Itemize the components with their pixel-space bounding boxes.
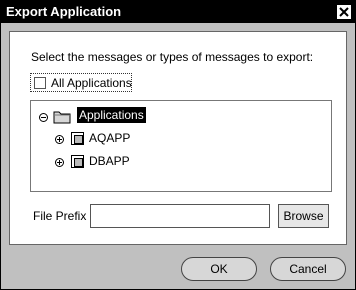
tree-node-aqapp[interactable]: AQAPP: [55, 130, 135, 150]
tree-node-label[interactable]: DBAPP: [89, 154, 130, 168]
ok-button[interactable]: OK: [181, 257, 257, 281]
folder-icon: [53, 111, 71, 124]
cancel-button[interactable]: Cancel: [270, 257, 346, 281]
application-icon: [71, 155, 84, 168]
close-icon: [339, 7, 349, 17]
tree-root-label[interactable]: Applications: [77, 107, 146, 123]
export-panel: Select the messages or types of messages…: [9, 31, 347, 245]
all-applications-label: All Applications: [51, 76, 132, 90]
instruction-text: Select the messages or types of messages…: [31, 50, 314, 64]
collapse-icon[interactable]: [39, 113, 48, 122]
file-prefix-label: File Prefix: [33, 209, 87, 223]
all-applications-checkbox-row[interactable]: All Applications: [30, 73, 132, 92]
title-bar[interactable]: Export Application: [1, 1, 355, 23]
application-icon: [71, 132, 84, 145]
expand-icon[interactable]: [55, 135, 64, 144]
file-prefix-input[interactable]: [90, 204, 270, 228]
tree-root-applications[interactable]: Applications: [39, 107, 159, 127]
close-button[interactable]: [336, 4, 352, 20]
tree-node-dbapp[interactable]: DBAPP: [55, 153, 135, 173]
window-title: Export Application: [6, 4, 122, 19]
tree-node-label[interactable]: AQAPP: [89, 131, 130, 145]
all-applications-checkbox[interactable]: [34, 77, 46, 89]
browse-button[interactable]: Browse: [278, 204, 329, 228]
application-tree[interactable]: Applications AQAPP DBAPP: [30, 100, 332, 192]
expand-icon[interactable]: [55, 158, 64, 167]
export-application-dialog: Export Application Select the messages o…: [0, 0, 356, 290]
